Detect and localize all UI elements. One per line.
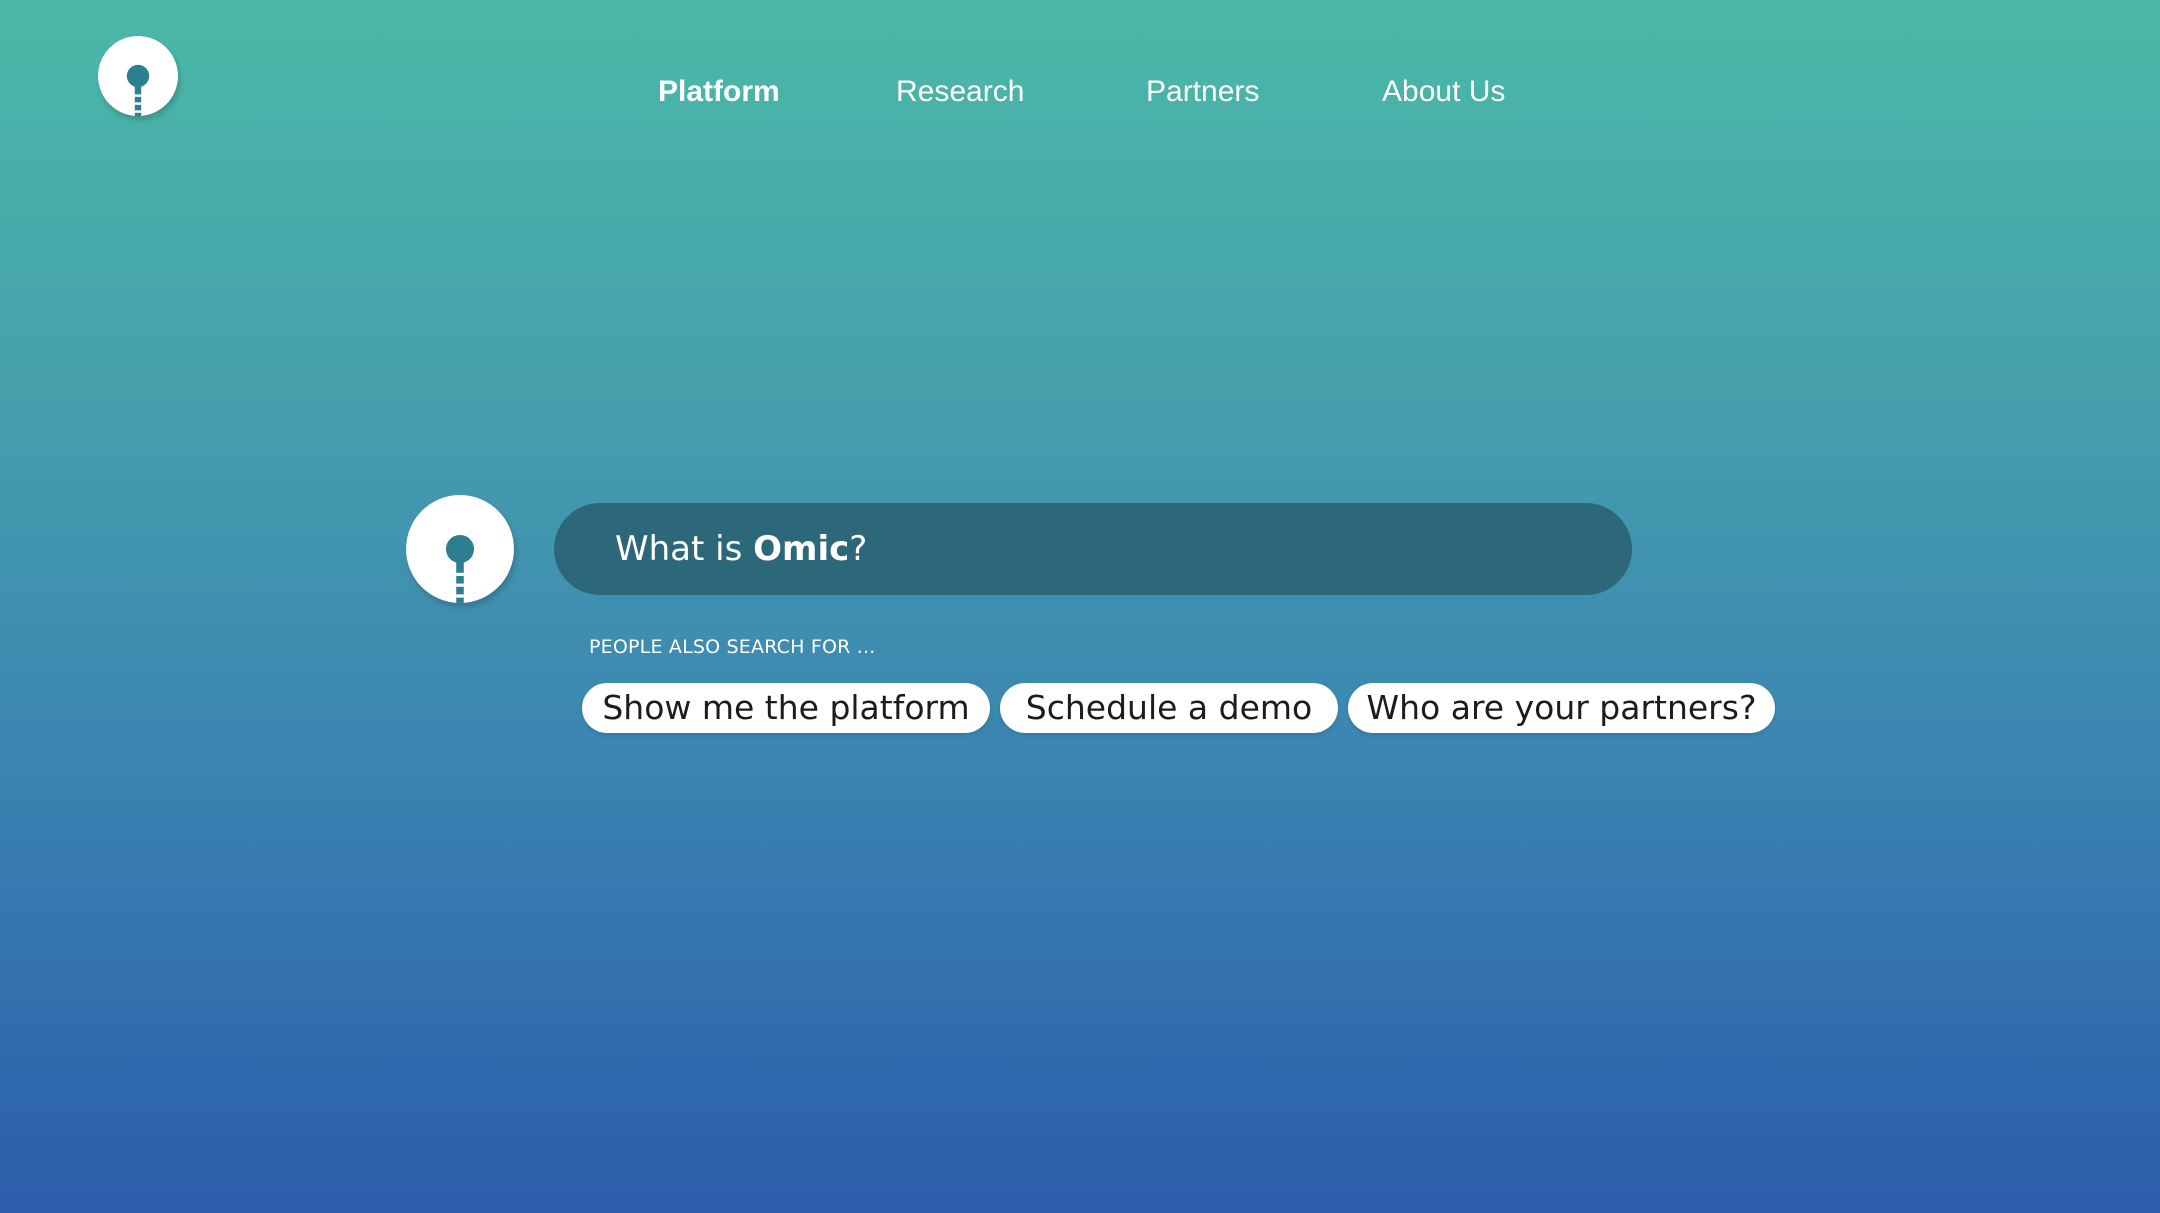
suggestion-chip-partners[interactable]: Who are your partners? [1348, 683, 1775, 733]
query-suffix: ? [849, 529, 868, 569]
assistant-avatar-icon [406, 495, 514, 603]
nav-item-research[interactable]: Research [896, 72, 1024, 112]
suggestion-chip-schedule-demo[interactable]: Schedule a demo [1000, 683, 1338, 733]
suggestion-chip-show-platform[interactable]: Show me the platform [582, 683, 990, 733]
people-also-search-label: PEOPLE ALSO SEARCH FOR ... [589, 636, 876, 658]
query-prefix: What is [615, 529, 754, 569]
search-query-bar[interactable]: What is Omic? [554, 503, 1632, 595]
nav-item-about-us[interactable]: About Us [1382, 72, 1505, 112]
avatar-mark [445, 534, 475, 603]
main-nav: Platform Research Partners About Us [0, 72, 2160, 112]
nav-item-partners[interactable]: Partners [1146, 72, 1259, 112]
query-emphasis: Omic [753, 529, 850, 569]
nav-item-platform[interactable]: Platform [658, 72, 780, 112]
